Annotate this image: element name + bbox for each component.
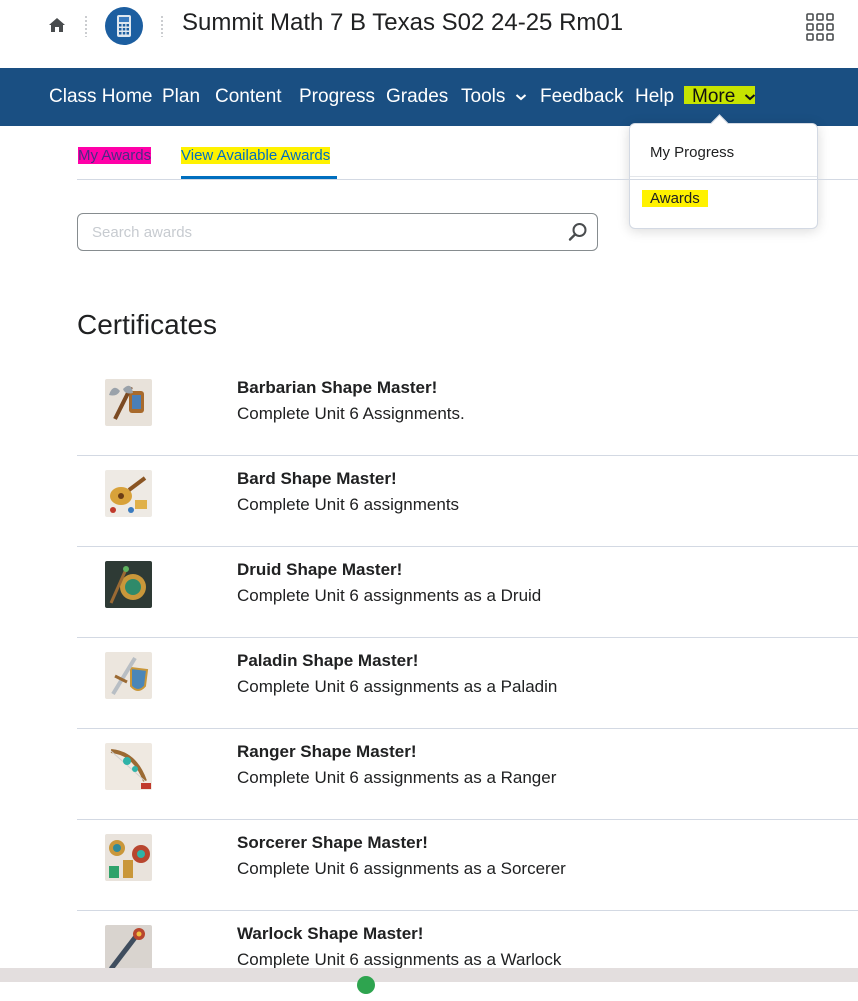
nav-more-label: More xyxy=(692,86,736,107)
award-name[interactable]: Druid Shape Master! xyxy=(237,560,402,580)
section-title-certificates: Certificates xyxy=(77,309,218,340)
sorcerer-orb-icon xyxy=(105,834,152,881)
menu-divider xyxy=(630,176,817,177)
award-row[interactable]: Druid Shape Master! Complete Unit 6 assi… xyxy=(77,546,858,638)
paladin-sword-icon xyxy=(105,652,152,699)
druid-staff-icon xyxy=(105,561,152,608)
app-grid-icon[interactable] xyxy=(806,13,834,41)
award-name[interactable]: Warlock Shape Master! xyxy=(237,924,423,944)
nav-plan[interactable]: Plan xyxy=(162,68,200,126)
status-indicator xyxy=(357,976,375,994)
nav-feedback[interactable]: Feedback xyxy=(540,68,623,126)
award-description: Complete Unit 6 Assignments. xyxy=(237,404,465,423)
award-name[interactable]: Ranger Shape Master! xyxy=(237,742,417,762)
nav-grades[interactable]: Grades xyxy=(386,68,448,126)
award-row[interactable]: Bard Shape Master! Complete Unit 6 assig… xyxy=(77,455,858,547)
award-row[interactable]: Barbarian Shape Master! Complete Unit 6 … xyxy=(77,364,858,456)
calculator-icon[interactable] xyxy=(105,7,143,45)
course-header: Summit Math 7 B Texas S02 24-25 Rm01 xyxy=(0,0,858,68)
chevron-down-icon xyxy=(515,94,526,101)
nav-help[interactable]: Help xyxy=(635,68,674,126)
nav-tools-label: Tools xyxy=(461,86,506,107)
barbarian-axe-icon xyxy=(105,379,152,426)
award-name[interactable]: Bard Shape Master! xyxy=(237,469,397,489)
award-description: Complete Unit 6 assignments as a Warlock xyxy=(237,950,562,969)
nav-progress[interactable]: Progress xyxy=(299,68,375,126)
award-row[interactable]: Ranger Shape Master! Complete Unit 6 ass… xyxy=(77,728,858,820)
nav-content[interactable]: Content xyxy=(215,68,282,126)
nav-class-home[interactable]: Class Home xyxy=(49,68,152,126)
bottom-scroll-bar xyxy=(0,968,858,982)
header-divider xyxy=(161,15,163,37)
chevron-down-icon xyxy=(744,94,755,101)
search-input[interactable] xyxy=(92,214,552,250)
award-description: Complete Unit 6 assignments xyxy=(237,495,460,514)
search-icon[interactable] xyxy=(568,222,588,242)
more-dropdown-menu: My Progress Awards xyxy=(629,114,818,229)
bard-lute-icon xyxy=(105,470,152,517)
header-divider xyxy=(85,15,87,37)
award-row[interactable]: Paladin Shape Master! Complete Unit 6 as… xyxy=(77,637,858,729)
ranger-bow-icon xyxy=(105,743,152,790)
award-row[interactable]: Warlock Shape Master! Complete Unit 6 as… xyxy=(77,910,858,1001)
award-description: Complete Unit 6 assignments as a Sorcere… xyxy=(237,859,566,878)
course-title[interactable]: Summit Math 7 B Texas S02 24-25 Rm01 xyxy=(182,9,623,37)
award-row[interactable]: Sorcerer Shape Master! Complete Unit 6 a… xyxy=(77,819,858,911)
award-name[interactable]: Sorcerer Shape Master! xyxy=(237,833,428,853)
award-description: Complete Unit 6 assignments as a Ranger xyxy=(237,768,557,787)
award-name[interactable]: Barbarian Shape Master! xyxy=(237,378,437,398)
award-description: Complete Unit 6 assignments as a Paladin xyxy=(237,677,558,696)
home-icon[interactable] xyxy=(47,15,67,35)
search-box xyxy=(77,213,598,251)
award-name[interactable]: Paladin Shape Master! xyxy=(237,651,418,671)
warlock-staff-icon xyxy=(105,925,152,972)
menu-item-my-progress[interactable]: My Progress xyxy=(650,144,734,161)
tab-view-available-awards[interactable]: View Available Awards xyxy=(181,147,331,164)
tab-my-awards[interactable]: My Awards xyxy=(78,147,152,164)
nav-more[interactable]: More xyxy=(692,68,756,126)
menu-item-awards[interactable]: Awards xyxy=(642,190,708,207)
nav-tools[interactable]: Tools xyxy=(461,68,527,126)
award-description: Complete Unit 6 assignments as a Druid xyxy=(237,586,542,605)
tab-divider xyxy=(77,179,858,180)
